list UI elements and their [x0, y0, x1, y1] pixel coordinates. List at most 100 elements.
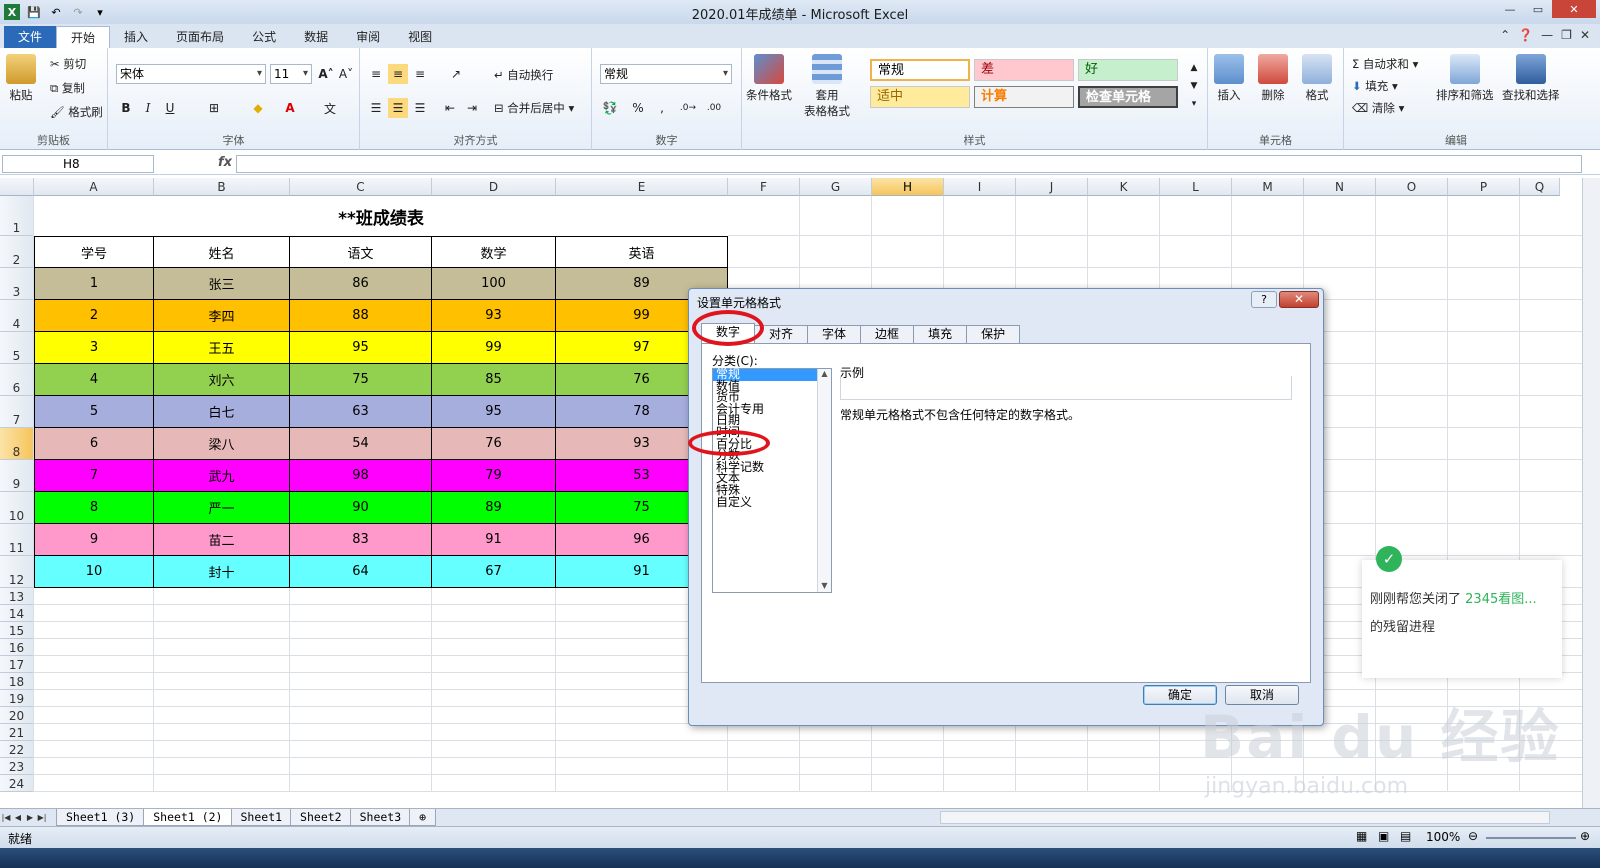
table-cell[interactable]: 白七	[154, 396, 290, 428]
conditional-format-button[interactable]: 条件格式	[746, 54, 792, 103]
column-header[interactable]: H	[872, 178, 944, 196]
formula-input[interactable]	[236, 155, 1582, 173]
table-cell[interactable]: 67	[432, 556, 556, 588]
table-cell[interactable]: 86	[290, 268, 432, 300]
column-header[interactable]: K	[1088, 178, 1160, 196]
percent-icon[interactable]: %	[628, 98, 648, 118]
insert-function-icon[interactable]: fx	[218, 155, 232, 170]
table-cell[interactable]: 91	[432, 524, 556, 556]
sheet-tab[interactable]: Sheet2	[290, 809, 352, 826]
fill-button[interactable]: ⬇ 填充 ▾	[1352, 78, 1398, 94]
row-header[interactable]: 7	[0, 396, 34, 428]
row-header[interactable]: 11	[0, 524, 34, 556]
merge-center-button[interactable]: ⊟ 合并后居中 ▾	[494, 100, 574, 116]
sheet-tab[interactable]: Sheet3	[349, 809, 412, 826]
format-cells-button[interactable]: 格式	[1302, 54, 1332, 103]
copy-button[interactable]: ⧉ 复制	[50, 80, 85, 96]
comma-icon[interactable]: ,	[652, 98, 672, 118]
row-header[interactable]: 16	[0, 639, 34, 656]
delete-cells-button[interactable]: 删除	[1258, 54, 1288, 103]
table-header-cell[interactable]: 语文	[290, 236, 432, 268]
style-neutral[interactable]: 适中	[870, 86, 970, 108]
find-select-button[interactable]: 查找和选择	[1502, 54, 1560, 103]
row-header[interactable]: 20	[0, 707, 34, 724]
name-box[interactable]: H8	[2, 155, 154, 173]
increase-indent-icon[interactable]: ⇥	[462, 98, 482, 118]
toast-highlight-link[interactable]: 2345看图...	[1465, 592, 1536, 607]
row-header[interactable]: 15	[0, 622, 34, 639]
table-cell[interactable]: 89	[432, 492, 556, 524]
vertical-scrollbar[interactable]	[1582, 178, 1600, 808]
column-header[interactable]: I	[944, 178, 1016, 196]
table-cell[interactable]: 10	[34, 556, 154, 588]
currency-icon[interactable]: 💱	[600, 98, 620, 118]
table-cell[interactable]: 严一	[154, 492, 290, 524]
row-header[interactable]: 24	[0, 775, 34, 792]
row-header[interactable]: 5	[0, 332, 34, 364]
row-header[interactable]: 4	[0, 300, 34, 332]
table-cell[interactable]: 5	[34, 396, 154, 428]
align-left-icon[interactable]: ☰	[366, 98, 386, 118]
help-icon[interactable]: ❓	[1518, 28, 1533, 42]
tab-page-layout[interactable]: 页面布局	[162, 26, 238, 48]
column-header[interactable]: C	[290, 178, 432, 196]
style-good[interactable]: 好	[1078, 59, 1178, 81]
table-cell[interactable]: 张三	[154, 268, 290, 300]
first-sheet-icon[interactable]: |◀	[0, 813, 12, 822]
column-header[interactable]: A	[34, 178, 154, 196]
font-size-combo[interactable]: 11	[270, 64, 312, 84]
sheet-tab[interactable]: Sheet1 (3)	[56, 809, 146, 826]
styles-scroll-down-icon[interactable]: ▼	[1184, 76, 1204, 96]
table-cell[interactable]: 54	[290, 428, 432, 460]
table-cell[interactable]: 武九	[154, 460, 290, 492]
table-cell[interactable]: 95	[432, 396, 556, 428]
dialog-tab-alignment[interactable]: 对齐	[754, 325, 809, 343]
autosum-button[interactable]: Σ 自动求和 ▾	[1352, 56, 1418, 72]
row-header[interactable]: 12	[0, 556, 34, 588]
tab-home[interactable]: 开始	[56, 26, 111, 48]
column-header[interactable]: F	[728, 178, 800, 196]
last-sheet-icon[interactable]: ▶|	[36, 813, 48, 822]
paste-button[interactable]: 粘贴	[6, 54, 36, 103]
cut-button[interactable]: ✂ 剪切	[50, 56, 86, 72]
column-header[interactable]: M	[1232, 178, 1304, 196]
table-cell[interactable]: 6	[34, 428, 154, 460]
borders-icon[interactable]: ⊞	[204, 98, 224, 118]
wrap-text-button[interactable]: ↵ 自动换行	[494, 67, 553, 83]
column-header[interactable]: E	[556, 178, 728, 196]
table-cell[interactable]: 64	[290, 556, 432, 588]
row-header[interactable]: 8	[0, 428, 34, 460]
table-cell[interactable]: 梁八	[154, 428, 290, 460]
minimize-button[interactable]: —	[1496, 0, 1524, 18]
ribbon-restore-icon[interactable]: ❐	[1561, 28, 1572, 42]
row-header[interactable]: 14	[0, 605, 34, 622]
sheet-tab-active[interactable]: Sheet1 (2)	[143, 809, 233, 826]
bold-icon[interactable]: B	[116, 98, 136, 118]
format-painter-button[interactable]: 🖌 格式刷	[50, 104, 103, 120]
styles-scroll-up-icon[interactable]: ▲	[1184, 58, 1204, 78]
dialog-tab-font[interactable]: 字体	[807, 325, 862, 343]
dialog-tab-border[interactable]: 边框	[860, 325, 915, 343]
table-cell[interactable]: 李四	[154, 300, 290, 332]
fill-color-icon[interactable]: ◆	[248, 98, 268, 118]
table-cell[interactable]: 封十	[154, 556, 290, 588]
column-header[interactable]: J	[1016, 178, 1088, 196]
column-header[interactable]: B	[154, 178, 290, 196]
horizontal-scrollbar[interactable]	[940, 811, 1550, 824]
shrink-font-icon[interactable]: A˅	[336, 64, 356, 84]
prev-sheet-icon[interactable]: ◀	[12, 813, 24, 822]
font-color-icon[interactable]: A	[280, 98, 300, 118]
table-header-cell[interactable]: 数学	[432, 236, 556, 268]
style-calculation[interactable]: 计算	[974, 86, 1074, 108]
table-cell[interactable]: 95	[290, 332, 432, 364]
category-list[interactable]: 常规 数值 货币 会计专用 日期 时间 百分比 分数 科学记数 文本 特殊 自定…	[712, 368, 832, 593]
dialog-tab-protection[interactable]: 保护	[966, 325, 1021, 343]
align-top-icon[interactable]: ≡	[366, 64, 386, 84]
row-header[interactable]: 13	[0, 588, 34, 605]
next-sheet-icon[interactable]: ▶	[24, 813, 36, 822]
decrease-indent-icon[interactable]: ⇤	[440, 98, 460, 118]
tab-review[interactable]: 审阅	[342, 26, 394, 48]
table-cell[interactable]: 76	[432, 428, 556, 460]
increase-decimal-icon[interactable]: .0→	[678, 98, 698, 118]
table-cell[interactable]: 90	[290, 492, 432, 524]
